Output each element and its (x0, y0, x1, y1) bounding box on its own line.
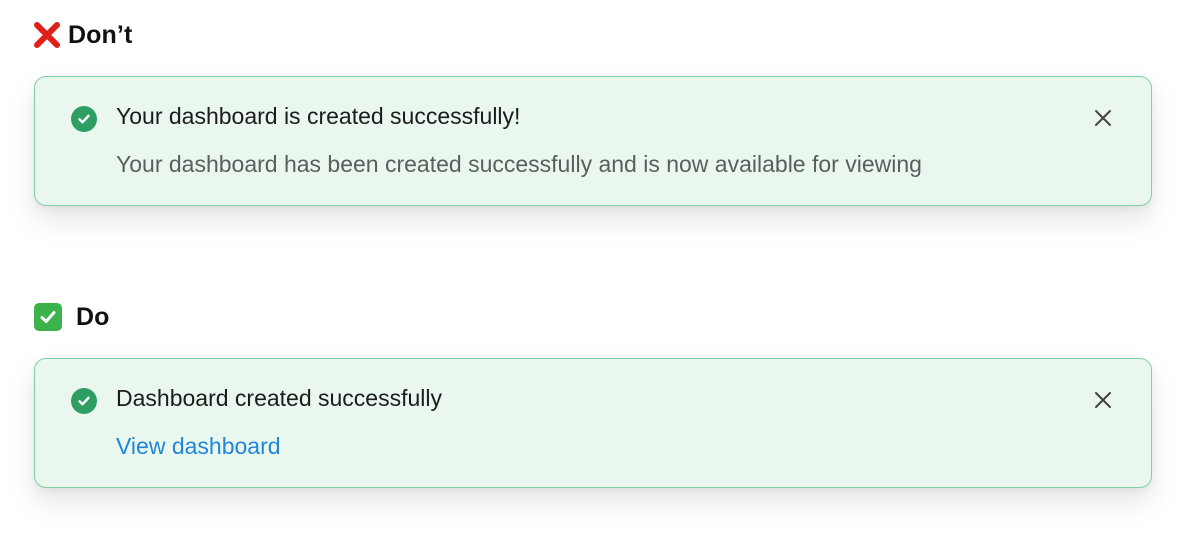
view-dashboard-link[interactable]: View dashboard (116, 433, 281, 460)
verbose-success-toast: Your dashboard is created successfully! … (34, 76, 1152, 206)
toast-title: Your dashboard is created successfully! (116, 103, 521, 129)
green-checkbox-icon (34, 303, 62, 331)
dont-label: Don’t (68, 20, 133, 49)
close-icon[interactable] (1091, 106, 1115, 130)
dont-heading: Don’t (32, 20, 132, 50)
toast-description: Your dashboard has been created successf… (116, 151, 922, 177)
check-circle-icon (71, 388, 97, 414)
close-icon[interactable] (1091, 388, 1115, 412)
do-label: Do (76, 302, 110, 331)
red-x-icon (32, 20, 62, 50)
toast-title: Dashboard created successfully (116, 385, 442, 411)
concise-success-toast: Dashboard created successfully View dash… (34, 358, 1152, 488)
check-circle-icon (71, 106, 97, 132)
do-heading: Do (32, 302, 110, 332)
